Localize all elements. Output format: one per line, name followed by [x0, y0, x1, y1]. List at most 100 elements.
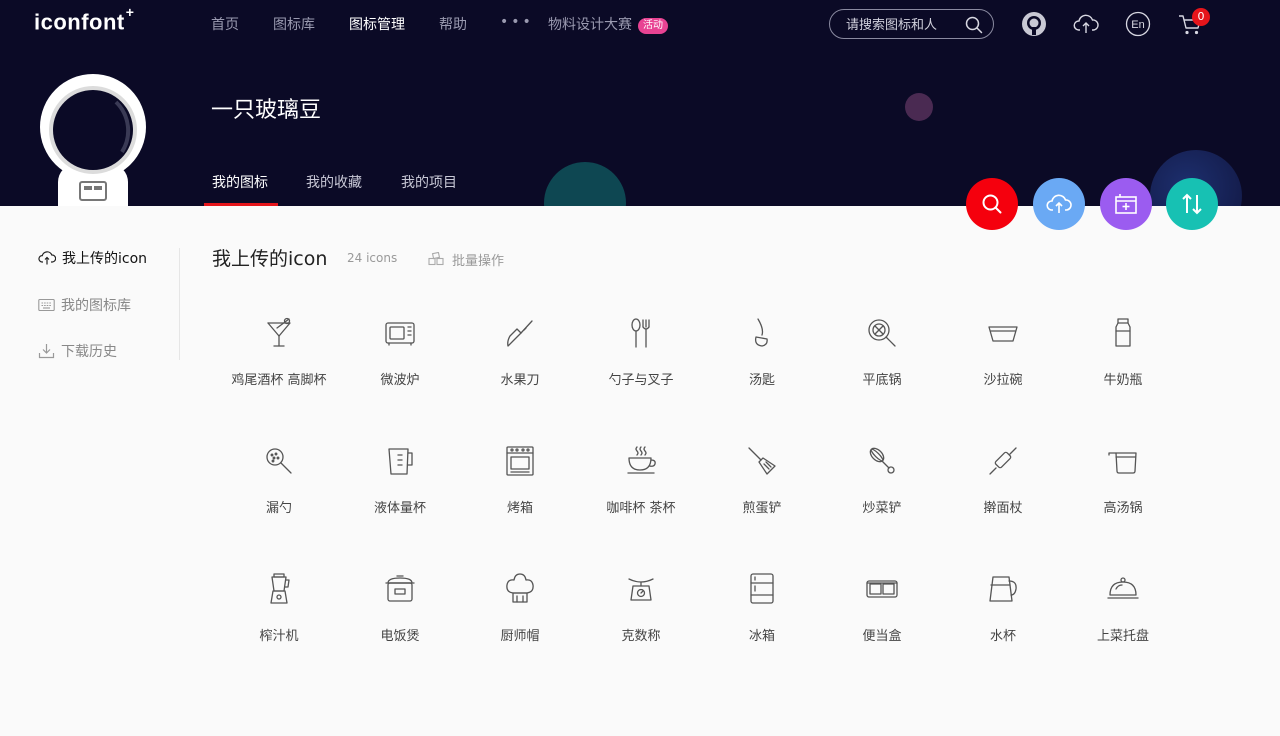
icon-label: 水果刀 — [500, 373, 540, 388]
lunch-box-icon — [866, 580, 898, 598]
upload-cloud-icon[interactable] — [1073, 11, 1099, 37]
icon-card[interactable]: 平底锅 — [822, 317, 942, 427]
keyboard-icon — [38, 298, 55, 312]
icon-card[interactable]: 榨汁机 — [219, 573, 339, 683]
coffee-cup-icon — [627, 446, 656, 474]
sidebar-item-label: 我上传的icon — [62, 251, 148, 267]
rice-cooker-icon — [385, 575, 415, 602]
icon-card[interactable]: 微波炉 — [340, 317, 460, 427]
fridge-icon — [750, 573, 774, 604]
search-input[interactable] — [846, 15, 961, 35]
icon-label: 沙拉碗 — [983, 373, 1023, 388]
icon-card[interactable]: 水果刀 — [460, 317, 580, 427]
search-icon[interactable] — [965, 16, 983, 34]
fab-add-project-button[interactable] — [1100, 178, 1152, 230]
icon-label: 勺子与叉子 — [608, 373, 674, 388]
nav-more-icon[interactable]: ••• — [500, 14, 534, 30]
icon-card[interactable]: 勺子与叉子 — [581, 317, 701, 427]
stock-pot-icon — [1108, 452, 1137, 474]
icon-label: 榨汁机 — [259, 629, 299, 644]
icon-card[interactable]: 咖啡杯 茶杯 — [581, 445, 701, 555]
icon-label: 漏勺 — [265, 501, 292, 516]
icon-label: 厨师帽 — [500, 629, 540, 644]
fruit-knife-icon — [507, 320, 533, 347]
iconfont-logo[interactable]: iconfont+ — [34, 4, 134, 35]
upload-cloud-icon — [1046, 194, 1072, 213]
microwave-icon — [385, 322, 415, 346]
nav-home[interactable]: 首页 — [211, 14, 239, 34]
icon-card[interactable]: 擀面杖 — [943, 445, 1063, 555]
serving-tray-icon — [1107, 577, 1139, 599]
icon-label: 高汤锅 — [1103, 501, 1143, 516]
whisk-icon — [869, 447, 895, 474]
salad-bowl-icon — [988, 326, 1018, 342]
sidebar-item-label: 下载历史 — [61, 344, 117, 360]
icon-card[interactable]: 烤箱 — [460, 445, 580, 555]
icon-card[interactable]: 水杯 — [943, 573, 1063, 683]
sidebar-item-download-history[interactable]: 下载历史 — [38, 341, 117, 361]
tab-my-projects[interactable]: 我的项目 — [401, 172, 457, 192]
tab-my-favorites[interactable]: 我的收藏 — [306, 172, 362, 192]
language-icon[interactable]: En — [1125, 11, 1151, 37]
chef-hat-icon — [506, 573, 534, 603]
search-icon — [982, 194, 1002, 214]
sidebar-item-my-uploads[interactable]: 我上传的icon — [38, 248, 147, 268]
icon-card[interactable]: 电饭煲 — [340, 573, 460, 683]
icon-label: 克数称 — [621, 629, 661, 644]
icon-card[interactable]: 便当盒 — [822, 573, 942, 683]
icon-card[interactable]: 克数称 — [581, 573, 701, 683]
fab-search-button[interactable] — [966, 178, 1018, 230]
nav-icon-management[interactable]: 图标管理 — [349, 14, 405, 34]
tab-my-icons[interactable]: 我的图标 — [212, 172, 268, 192]
nav-help[interactable]: 帮助 — [439, 14, 467, 34]
icon-card[interactable]: 液体量杯 — [340, 445, 460, 555]
nav-icon-library[interactable]: 图标库 — [273, 14, 315, 34]
top-navigation: iconfont+ 首页 图标库 图标管理 帮助 ••• 物料设计大赛活动 En… — [0, 0, 1280, 48]
nav-design-contest[interactable]: 物料设计大赛 活动 — [548, 14, 668, 34]
svg-text:En: En — [1131, 19, 1144, 31]
icon-label: 牛奶瓶 — [1103, 373, 1143, 388]
spoon-fork-icon — [631, 318, 650, 348]
icon-card[interactable]: 汤匙 — [702, 317, 822, 427]
icon-label: 冰箱 — [748, 629, 775, 644]
icon-card[interactable]: 鸡尾酒杯 高脚杯 — [219, 317, 339, 427]
fab-sort-button[interactable] — [1166, 178, 1218, 230]
download-icon — [38, 344, 55, 359]
sidebar-item-my-libraries[interactable]: 我的图标库 — [38, 295, 131, 315]
batch-operation-button[interactable]: 批量操作 — [428, 250, 504, 269]
oven-icon — [506, 446, 534, 476]
icon-card[interactable]: 沙拉碗 — [943, 317, 1063, 427]
icon-label: 便当盒 — [862, 629, 902, 644]
fab-upload-button[interactable] — [1033, 178, 1085, 230]
icon-card[interactable]: 牛奶瓶 — [1063, 317, 1183, 427]
add-project-icon — [1115, 194, 1137, 214]
icon-card[interactable]: 冰箱 — [702, 573, 822, 683]
github-icon[interactable] — [1021, 11, 1047, 37]
icon-label: 上菜托盘 — [1096, 629, 1149, 644]
measuring-cup-icon — [388, 448, 413, 475]
icon-label: 微波炉 — [380, 373, 420, 388]
icon-card[interactable]: 上菜托盘 — [1063, 573, 1183, 683]
active-tab-indicator — [204, 203, 278, 206]
spatula-icon — [748, 447, 776, 475]
icon-label: 电饭煲 — [380, 629, 420, 644]
icon-card[interactable]: 炒菜铲 — [822, 445, 942, 555]
profile-banner: iconfont+ 首页 图标库 图标管理 帮助 ••• 物料设计大赛活动 En… — [0, 0, 1280, 206]
icon-label: 水杯 — [989, 629, 1016, 644]
icon-card[interactable]: 厨师帽 — [460, 573, 580, 683]
rolling-pin-icon — [989, 447, 1017, 475]
juicer-icon — [270, 573, 290, 604]
icon-label: 炒菜铲 — [862, 501, 902, 516]
skimmer-icon — [266, 448, 292, 474]
avatar[interactable] — [38, 72, 148, 206]
icon-card[interactable]: 高汤锅 — [1063, 445, 1183, 555]
icon-label: 平底锅 — [862, 373, 902, 388]
sidebar-item-label: 我的图标库 — [61, 298, 131, 314]
cart-count-badge: 0 — [1192, 8, 1210, 26]
icon-label: 咖啡杯 茶杯 — [606, 501, 676, 516]
icon-card[interactable]: 漏勺 — [219, 445, 339, 555]
search-box — [829, 9, 994, 39]
sidebar-divider — [179, 248, 180, 360]
icon-card[interactable]: 煎蛋铲 — [702, 445, 822, 555]
kettle-icon — [989, 576, 1017, 602]
